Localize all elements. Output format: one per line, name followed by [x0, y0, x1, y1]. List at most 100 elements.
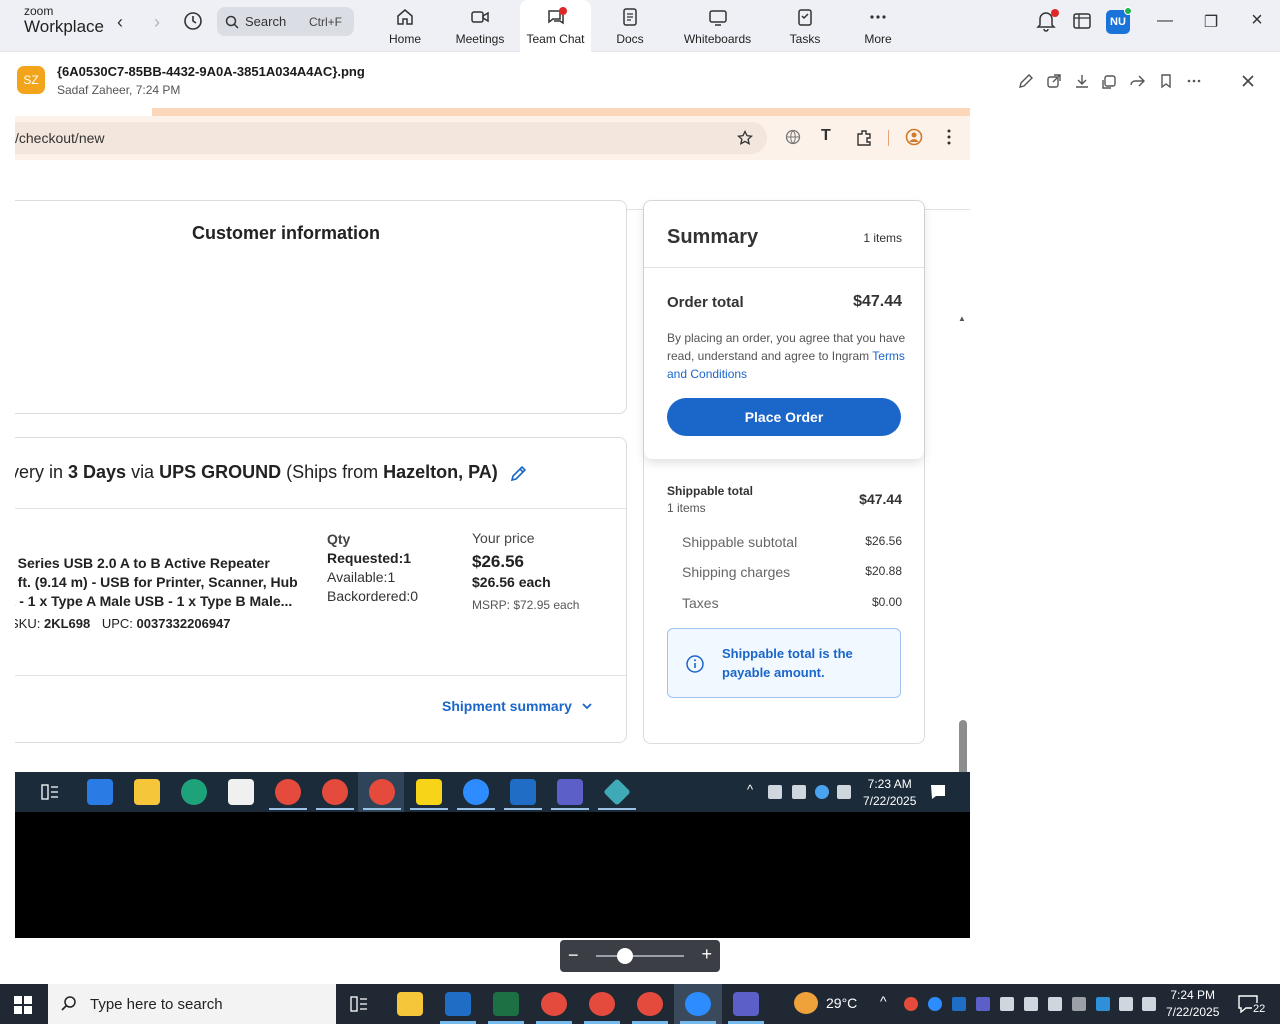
tray-app-icon[interactable] [1048, 997, 1062, 1011]
share-to-chat-icon[interactable] [1101, 72, 1119, 90]
summary-title: Summary [667, 226, 759, 248]
tab-meetings[interactable]: Meetings [450, 0, 510, 52]
task-view-icon[interactable] [350, 996, 368, 1012]
product-identifiers: SKU: 2KL698 UPC: 0037332206947 [15, 616, 231, 631]
zoom-slider-knob[interactable] [617, 948, 633, 964]
image-zoom-control: − + [560, 940, 720, 972]
chrome-profile-2-icon[interactable] [637, 992, 663, 1016]
edit-icon[interactable] [1017, 72, 1035, 90]
tab-more[interactable]: More [858, 0, 898, 52]
shipment-divider [15, 508, 626, 509]
profile-icon[interactable] [905, 128, 923, 146]
delivery-prefix: ivery in [15, 462, 64, 482]
tray-chevron-icon: ^ [747, 782, 754, 797]
zoom-out-icon[interactable]: − [568, 945, 579, 966]
tray-chrome-icon[interactable] [904, 997, 918, 1011]
customer-information-title: Customer information [192, 223, 381, 243]
task-view-icon [41, 784, 58, 800]
bookmark-icon[interactable] [1157, 72, 1175, 90]
browser-menu-icon[interactable] [941, 128, 957, 146]
payable-info-text: Shippable total is the payable amount. [722, 646, 853, 680]
shipment-summary-toggle[interactable]: Shipment summary [442, 698, 594, 714]
scroll-up-arrow-icon[interactable]: ▲ [958, 314, 966, 323]
tab-docs[interactable]: Docs [610, 0, 650, 52]
captured-date: 7/22/2025 [863, 794, 917, 808]
tray-outlook-icon[interactable] [952, 997, 966, 1011]
active-indicator [504, 808, 542, 810]
file-explorer-icon[interactable] [397, 992, 423, 1016]
tab-meetings-label: Meetings [455, 32, 505, 46]
volume-icon[interactable] [1142, 997, 1156, 1011]
tray-teams-icon[interactable] [976, 997, 990, 1011]
tray-zoom-icon[interactable] [928, 997, 942, 1011]
active-indicator [316, 808, 354, 810]
store-icon [228, 779, 254, 805]
calendar-icon[interactable] [1072, 10, 1092, 32]
globe-icon[interactable] [785, 129, 801, 145]
sticky-notes-icon [416, 779, 442, 805]
summary-item-count: 1 items [863, 231, 902, 245]
zoom-in-icon[interactable]: + [701, 944, 712, 965]
tray-app-icon[interactable] [1096, 997, 1110, 1011]
open-external-icon[interactable] [1045, 72, 1063, 90]
weather-icon[interactable] [794, 992, 818, 1014]
download-icon[interactable] [1073, 72, 1091, 90]
zoom-search-box[interactable]: Search Ctrl+F [217, 7, 354, 36]
tasks-icon [798, 9, 812, 26]
tray-chevron-icon[interactable]: ^ [880, 993, 887, 1009]
tab-tasks[interactable]: Tasks [785, 0, 825, 52]
qty-backordered: Backordered:0 [327, 588, 419, 604]
weather-temperature[interactable]: 29°C [826, 995, 857, 1011]
taskbar-search[interactable]: Type here to search [48, 984, 336, 1024]
star-icon[interactable] [737, 130, 753, 146]
chrome-profile-icon[interactable] [589, 992, 615, 1016]
chrome-icon[interactable] [541, 992, 567, 1016]
notifications-button[interactable]: 22 [1236, 993, 1272, 1017]
file-sender: Sadaf Zaheer, 7:24 PM [57, 83, 181, 97]
zoom-slider-track[interactable] [596, 955, 684, 957]
tab-home[interactable]: Home [380, 0, 430, 52]
tray-app-icon[interactable] [1024, 997, 1038, 1011]
delivery-via: via [131, 462, 155, 482]
shipment-footer-divider [15, 675, 626, 676]
forward-arrow-icon[interactable]: › [145, 12, 169, 33]
close-viewer-icon[interactable] [1239, 72, 1257, 90]
chevron-down-icon [582, 703, 592, 710]
teams-icon[interactable] [733, 992, 759, 1016]
app-diamond-icon [603, 778, 631, 806]
minimize-icon[interactable]: — [1155, 12, 1175, 30]
place-order-button[interactable]: Place Order [667, 398, 901, 436]
extensions-icon[interactable] [855, 128, 873, 146]
shipment-card: ivery in 3 Days via UPS GROUND (Ships fr… [15, 437, 627, 743]
tray-app-icon[interactable] [1072, 997, 1086, 1011]
restore-icon[interactable]: ❐ [1201, 12, 1221, 32]
edit-pencil-icon[interactable] [509, 463, 529, 483]
taskbar-search-placeholder: Type here to search [90, 995, 223, 1013]
history-icon[interactable] [181, 9, 205, 33]
address-bar[interactable]: /checkout/new [15, 122, 767, 154]
teams-icon [557, 779, 583, 805]
qty-requested: Requested:1 [327, 550, 412, 566]
customer-information-card: Customer information [15, 200, 627, 414]
row-label: Taxes [682, 595, 719, 611]
excel-icon[interactable] [493, 992, 519, 1016]
tab-whiteboards[interactable]: Whiteboards [680, 0, 755, 52]
upc-label: UPC: [101, 616, 133, 631]
tab-team-chat[interactable]: Team Chat [520, 0, 591, 52]
tray-app-icon [792, 785, 806, 799]
text-tool-icon[interactable]: T [821, 127, 831, 145]
forward-icon[interactable] [1129, 72, 1147, 90]
zoom-app-icon[interactable] [685, 992, 711, 1016]
ships-from-location: Hazelton, PA) [383, 462, 498, 482]
back-arrow-icon[interactable]: ‹ [108, 12, 132, 33]
network-icon[interactable] [1119, 997, 1133, 1011]
close-icon[interactable]: × [1247, 9, 1267, 32]
more-options-icon[interactable] [1185, 72, 1203, 90]
summary-divider [644, 267, 924, 268]
tray-app-icon[interactable] [1000, 997, 1014, 1011]
tab-home-label: Home [388, 32, 421, 46]
product-name[interactable]: e Series USB 2.0 A to B Active Repeater … [15, 554, 298, 611]
outlook-icon[interactable] [445, 992, 471, 1016]
taskbar-clock[interactable]: 7:24 PM 7/22/2025 [1166, 987, 1219, 1021]
windows-start-icon[interactable] [14, 996, 32, 1014]
